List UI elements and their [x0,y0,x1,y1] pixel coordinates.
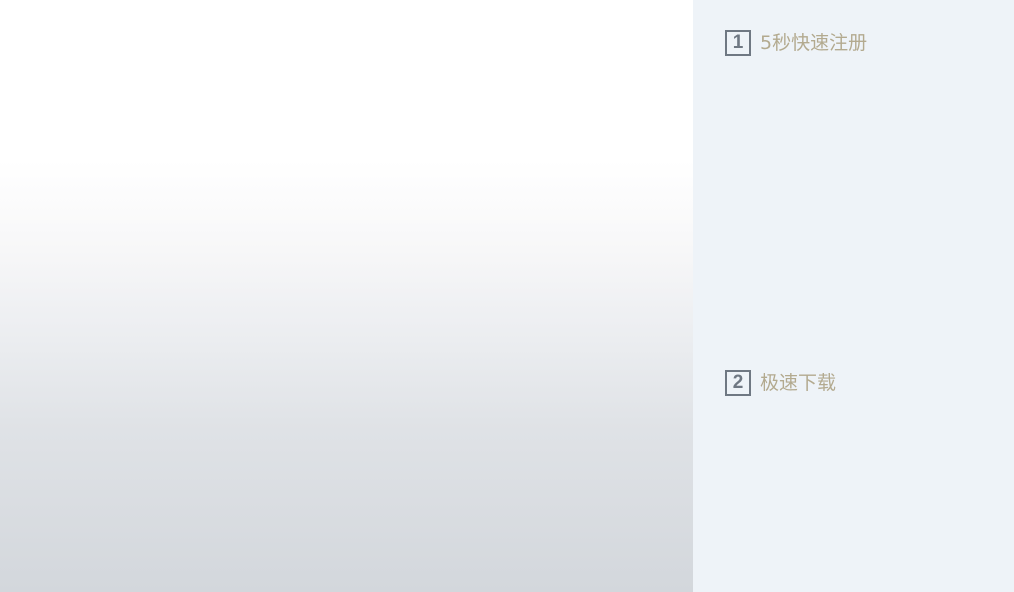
page: 1 5秒快速注册 2 极速下载 [0,0,1014,592]
step-register: 1 5秒快速注册 [725,30,867,56]
step-label: 5秒快速注册 [760,32,868,54]
step-number-badge: 2 [725,370,751,396]
gradient-panel [0,0,693,592]
steps-panel: 1 5秒快速注册 2 极速下载 [693,0,1014,592]
step-number-badge: 1 [725,30,751,56]
step-download: 2 极速下载 [725,370,836,396]
step-label: 极速下载 [760,372,837,394]
